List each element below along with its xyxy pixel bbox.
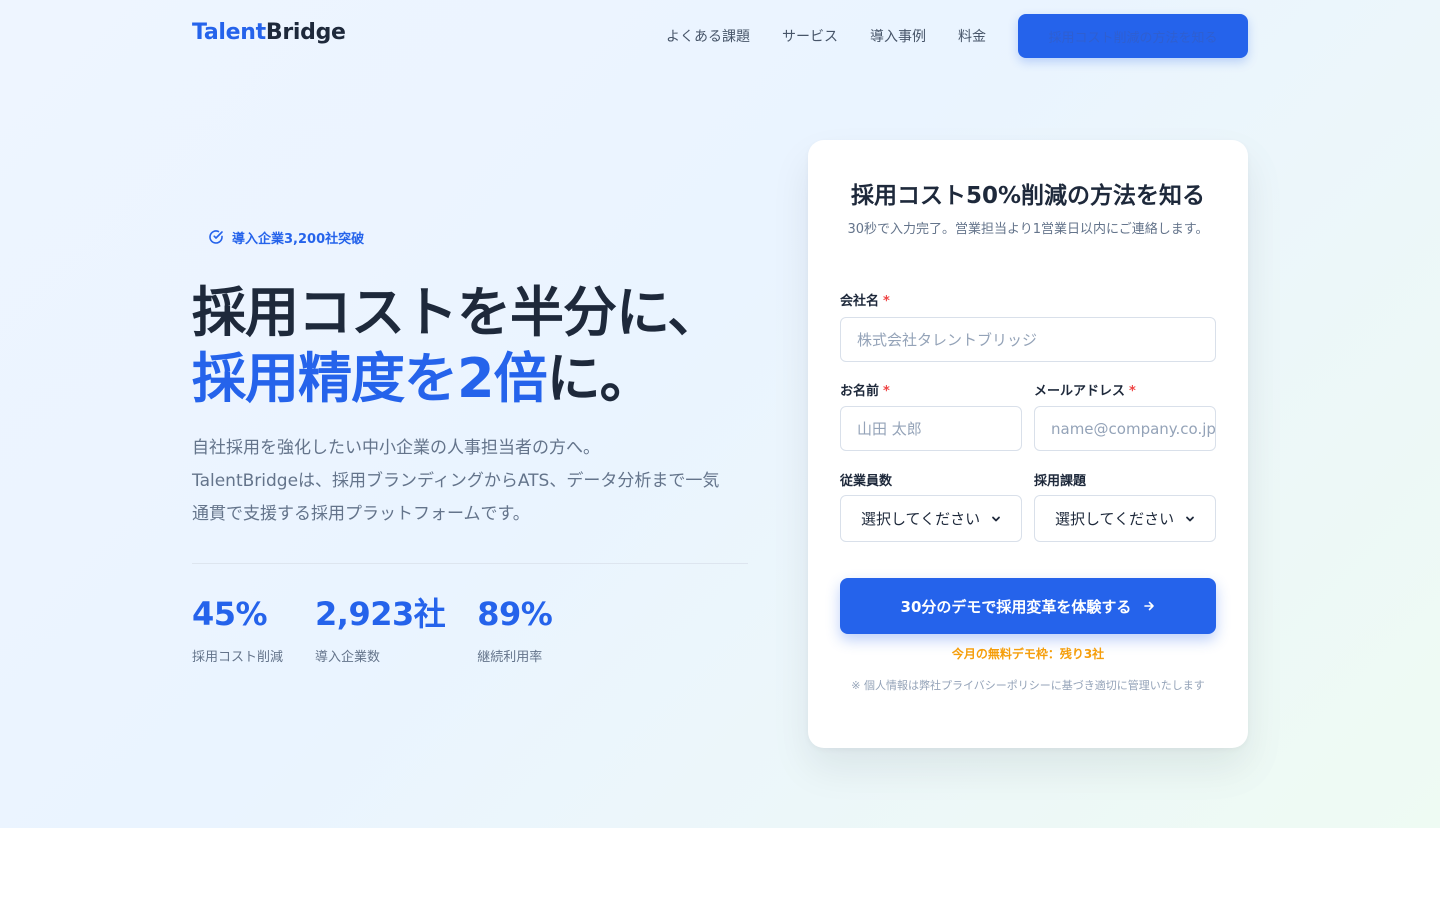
stat-label: 継続利用率 [477, 650, 543, 665]
company-input[interactable]: 株式会社タレントブリッジ [840, 317, 1216, 362]
stats-row: 45% 採用コスト削減 2,923社 導入企業数 89% 継続利用率 [192, 594, 584, 665]
required-mark: * [1129, 384, 1136, 399]
name-label-text: お名前 [840, 384, 880, 399]
hero-headline: 採用コストを半分に、 採用精度を2倍に。 [192, 280, 721, 412]
headline-line-1: 採用コストを半分に、 [192, 281, 721, 344]
logo[interactable]: TalentBridge [192, 20, 346, 45]
form-subtitle: 30秒で入力完了。営業担当より1営業日以内にご連絡します。 [847, 222, 1209, 237]
check-circle-icon [209, 230, 223, 244]
description-line-2: TalentBridgeは、採用ブランディングからATS、データ分析まで一気 [192, 471, 720, 491]
hero-description: 自社採用を強化したい中小企業の人事担当者の方へ。 TalentBridgeは、採… [192, 432, 752, 531]
submit-label: 30分のデモで採用変革を体験する [900, 597, 1132, 616]
required-mark: * [883, 384, 890, 399]
nav-link-service[interactable]: サービス [782, 26, 838, 46]
logo-part-talent: Talent [192, 20, 266, 45]
arrow-right-icon [1144, 601, 1155, 611]
description-line-3: 通貫で支援する採用プラットフォームです。 [192, 504, 530, 524]
form-title: 採用コスト50%削減の方法を知る [850, 183, 1206, 209]
main-nav: よくある課題 サービス 導入事例 料金 [666, 26, 986, 46]
customer-count-badge: 導入企業3,200社突破 [192, 220, 380, 254]
employees-select-value: 選択してください [861, 510, 981, 528]
hero-section: TalentBridge よくある課題 サービス 導入事例 料金 採用コスト削減… [0, 0, 1440, 828]
email-label-text: メールアドレス [1034, 384, 1126, 399]
submit-demo-button[interactable]: 30分のデモで採用変革を体験する [840, 578, 1216, 634]
stats-divider [192, 563, 748, 564]
headline-highlight: 採用精度を2倍 [192, 347, 548, 410]
employees-select[interactable]: 選択してください [840, 495, 1022, 542]
name-input[interactable]: 山田 太郎 [840, 406, 1022, 451]
company-label-text: 会社名 [840, 294, 880, 309]
email-input[interactable]: name@company.co.jp [1034, 406, 1216, 451]
email-label: メールアドレス * [1034, 380, 1136, 399]
urgency-note: 今月の無料デモ枠：残り3社 [951, 647, 1105, 661]
headline-suffix: に。 [546, 347, 654, 410]
stat-companies: 2,923社 導入企業数 [315, 594, 446, 665]
stat-value: 45% [192, 595, 268, 633]
stat-cost-reduction: 45% 採用コスト削減 [192, 594, 283, 665]
required-mark: * [883, 294, 890, 309]
demo-request-form: 採用コスト50%削減の方法を知る 30秒で入力完了。営業担当より1営業日以内にご… [808, 140, 1248, 748]
nav-link-cases[interactable]: 導入事例 [870, 26, 926, 46]
name-label: お名前 * [840, 380, 890, 399]
chevron-down-icon [1186, 516, 1194, 521]
company-label: 会社名 * [840, 290, 890, 309]
chevron-down-icon [992, 516, 1000, 521]
nav-link-pricing[interactable]: 料金 [958, 26, 986, 46]
header-cta-button[interactable]: 採用コスト削減の方法を知る [1018, 14, 1248, 58]
stat-label: 導入企業数 [315, 650, 381, 665]
logo-part-bridge: Bridge [265, 20, 346, 45]
stat-value: 2,923社 [315, 595, 446, 633]
badge-text: 導入企業3,200社突破 [232, 231, 365, 247]
issue-select[interactable]: 選択してください [1034, 495, 1216, 542]
description-line-1: 自社採用を強化したい中小企業の人事担当者の方へ。 [192, 438, 600, 458]
stat-label: 採用コスト削減 [192, 650, 284, 665]
privacy-note: ※ 個人情報は弊社プライバシーポリシーに基づき適切に管理いたします [851, 679, 1205, 692]
issue-select-value: 選択してください [1055, 510, 1175, 528]
stat-value: 89% [477, 595, 553, 633]
issue-label: 採用課題 [1034, 474, 1087, 489]
stat-retention: 89% 継続利用率 [477, 594, 553, 665]
employees-label: 従業員数 [840, 474, 893, 489]
nav-link-faq[interactable]: よくある課題 [666, 26, 750, 46]
headline-line-2: 採用精度を2倍に。 [192, 346, 720, 412]
